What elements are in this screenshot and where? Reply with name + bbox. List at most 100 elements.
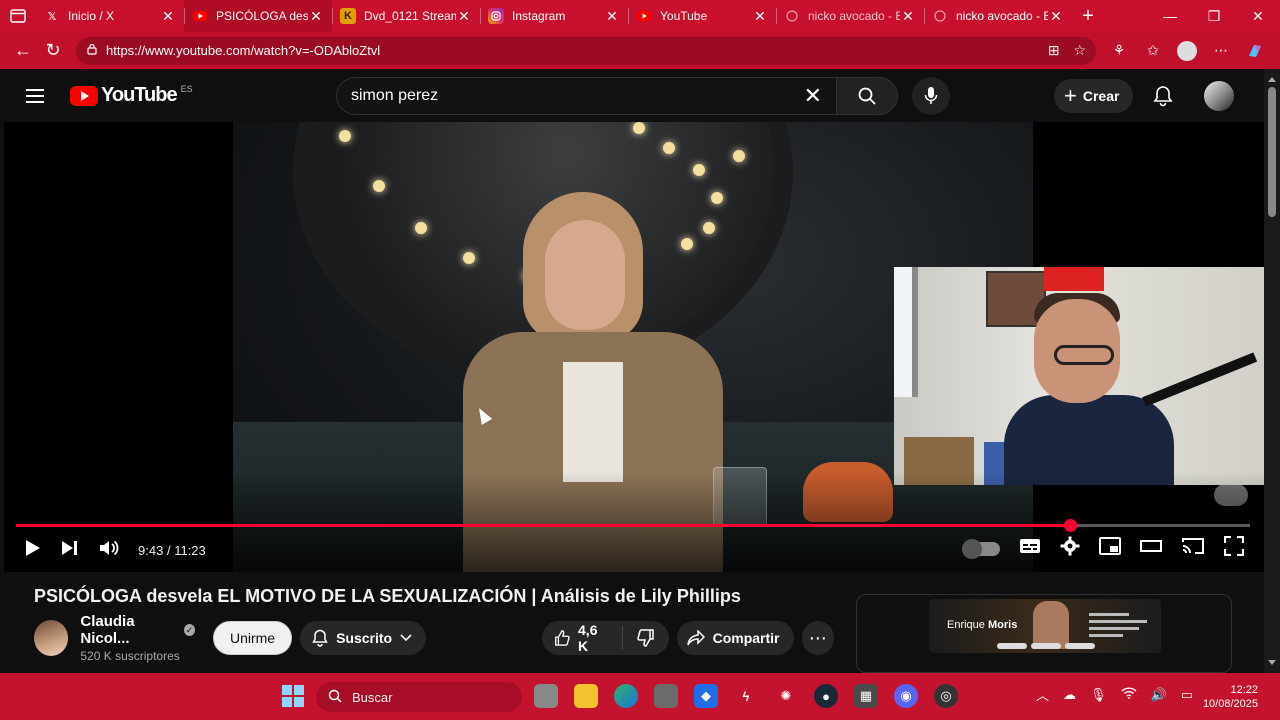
notifications-bell-icon[interactable] xyxy=(1150,83,1176,109)
steam-icon[interactable]: ● xyxy=(814,684,838,708)
search-button[interactable] xyxy=(836,77,898,115)
close-tab-icon[interactable]: ✕ xyxy=(900,8,916,25)
file-explorer-icon[interactable] xyxy=(574,684,598,708)
subscribed-button[interactable]: Suscrito xyxy=(300,621,427,655)
close-tab-icon[interactable]: ✕ xyxy=(604,8,620,25)
maximize-icon[interactable]: ❐ xyxy=(1192,0,1236,32)
next-video-icon[interactable] xyxy=(60,539,80,562)
network-warning-icon[interactable]: ☁ xyxy=(1063,687,1076,703)
play-icon[interactable] xyxy=(24,538,42,563)
browser-tab-1[interactable]: PSICÓLOGA desvela ✕ xyxy=(184,0,332,32)
clear-search-icon[interactable]: ✕ xyxy=(804,83,822,109)
like-count: 4,6 K xyxy=(578,622,598,654)
store-icon[interactable] xyxy=(654,684,678,708)
like-dislike-group: 4,6 K xyxy=(542,621,669,655)
chatgpt-icon[interactable]: ✺ xyxy=(774,684,798,708)
calculator-icon[interactable]: ▦ xyxy=(854,684,878,708)
obs-icon[interactable]: ◎ xyxy=(934,684,958,708)
url-text[interactable]: https://www.youtube.com/watch?v=-ODAbloZ… xyxy=(106,43,1034,58)
windows-start-icon[interactable] xyxy=(282,685,304,707)
browser-tab-4[interactable]: YouTube ✕ xyxy=(628,0,776,32)
tab-actions-icon[interactable] xyxy=(0,0,36,32)
volume-icon[interactable] xyxy=(98,538,120,563)
battery-icon[interactable]: ▭ xyxy=(1181,687,1193,703)
close-tab-icon[interactable]: ✕ xyxy=(1048,8,1064,25)
verified-check-icon: ✓ xyxy=(184,624,195,636)
more-dots-icon: ⋯ xyxy=(808,627,827,648)
more-menu-icon[interactable]: ⋯ xyxy=(1208,38,1234,64)
progress-bar[interactable] xyxy=(16,519,1250,532)
new-tab-icon[interactable]: + xyxy=(1072,5,1104,28)
wifi-icon[interactable] xyxy=(1121,687,1137,702)
account-avatar[interactable] xyxy=(1204,81,1234,111)
share-button[interactable]: Compartir xyxy=(676,621,794,655)
browser-tab-5[interactable]: nicko avocado - B ✕ xyxy=(776,0,924,32)
hamburger-menu-icon[interactable] xyxy=(26,84,50,108)
show-hidden-icons-icon[interactable]: ︿ xyxy=(1036,685,1049,704)
like-button[interactable]: 4,6 K xyxy=(542,622,623,654)
favorites-icon[interactable]: ✩ xyxy=(1140,38,1166,64)
speaker-icon[interactable]: 🔊 xyxy=(1151,687,1167,703)
youtube-favicon-icon xyxy=(192,8,208,24)
taskbar-apps: ◆ ϟ ✺ ● ▦ ◉ ◎ xyxy=(534,684,958,708)
back-arrow-icon[interactable]: ← xyxy=(8,36,38,66)
browser-tab-2[interactable]: K Dvd_0121 Stream ✕ xyxy=(332,0,480,32)
browser-tab-6[interactable]: nicko avocado - B ✕ xyxy=(924,0,1072,32)
fullscreen-icon[interactable] xyxy=(1223,535,1245,561)
close-window-icon[interactable]: ✕ xyxy=(1236,0,1280,32)
join-button[interactable]: Unirme xyxy=(212,621,293,655)
search-input[interactable]: simon perez ✕ xyxy=(336,77,836,115)
sponsored-card[interactable]: Enrique Moris xyxy=(856,594,1232,673)
close-tab-icon[interactable]: ✕ xyxy=(752,8,768,25)
x-logo-icon: 𝕏 xyxy=(47,10,57,23)
address-bar[interactable]: https://www.youtube.com/watch?v=-ODAbloZ… xyxy=(76,36,1096,65)
scroll-down-arrow-icon[interactable] xyxy=(1268,660,1276,665)
reload-icon[interactable]: ↻ xyxy=(38,36,68,66)
dislike-button[interactable] xyxy=(623,629,669,647)
tab-title: nicko avocado - B xyxy=(808,9,900,23)
close-tab-icon[interactable]: ✕ xyxy=(456,8,472,25)
minimize-icon[interactable]: — xyxy=(1148,0,1192,32)
app-available-icon[interactable]: ⊞ xyxy=(1048,42,1060,59)
streamer-webcam-overlay xyxy=(894,267,1264,485)
video-player[interactable]: 9:43 / 11:23 xyxy=(4,122,1264,572)
copilot-icon[interactable] xyxy=(1242,38,1268,64)
browser-tab-3[interactable]: Instagram ✕ xyxy=(480,0,628,32)
microphone-tray-icon[interactable]: 🎙 xyxy=(1090,687,1107,703)
subtitles-icon[interactable] xyxy=(1019,538,1041,559)
cast-icon[interactable] xyxy=(1181,536,1205,561)
taskbar-clock[interactable]: 12:22 10/08/2025 xyxy=(1203,683,1258,711)
browser-tab-0[interactable]: 𝕏 Inicio / X ✕ xyxy=(36,0,184,32)
more-actions-button[interactable]: ⋯ xyxy=(801,621,834,655)
plus-icon: + xyxy=(1064,83,1077,108)
dropbox-icon[interactable]: ◆ xyxy=(694,684,718,708)
edge-browser-icon[interactable] xyxy=(614,684,638,708)
discord-icon[interactable]: ◉ xyxy=(894,684,918,708)
page-scrollbar[interactable] xyxy=(1264,69,1280,673)
channel-avatar[interactable] xyxy=(34,620,69,656)
youtube-logo[interactable]: YouTube ES xyxy=(70,84,193,107)
channel-name[interactable]: Claudia Nicol... xyxy=(80,613,178,647)
favorite-star-icon[interactable]: ☆ xyxy=(1073,42,1086,59)
task-view-icon[interactable] xyxy=(534,684,558,708)
progress-scrubber[interactable] xyxy=(1063,519,1077,532)
channel-name-row[interactable]: Claudia Nicol... ✓ xyxy=(80,613,195,647)
create-button[interactable]: + Crear xyxy=(1054,79,1134,113)
subscribed-label: Suscrito xyxy=(336,630,393,646)
autoplay-toggle[interactable] xyxy=(962,538,1000,559)
extensions-icon[interactable]: ⚘ xyxy=(1106,38,1132,64)
player-controls-left: 9:43 / 11:23 xyxy=(24,538,206,563)
theater-mode-icon[interactable] xyxy=(1140,539,1162,558)
taskbar-search[interactable]: Buscar xyxy=(316,682,522,712)
site-info-icon[interactable] xyxy=(86,43,98,58)
search-query[interactable]: simon perez xyxy=(351,87,804,105)
voice-search-button[interactable] xyxy=(912,77,950,115)
settings-gear-icon[interactable] xyxy=(1060,536,1080,561)
close-tab-icon[interactable]: ✕ xyxy=(160,8,176,25)
bolt-app-icon[interactable]: ϟ xyxy=(734,684,758,708)
scrollbar-thumb[interactable] xyxy=(1268,87,1276,217)
profile-icon[interactable] xyxy=(1174,38,1200,64)
scroll-up-arrow-icon[interactable] xyxy=(1268,77,1276,82)
miniplayer-icon[interactable] xyxy=(1099,537,1121,560)
close-tab-icon[interactable]: ✕ xyxy=(308,8,324,25)
